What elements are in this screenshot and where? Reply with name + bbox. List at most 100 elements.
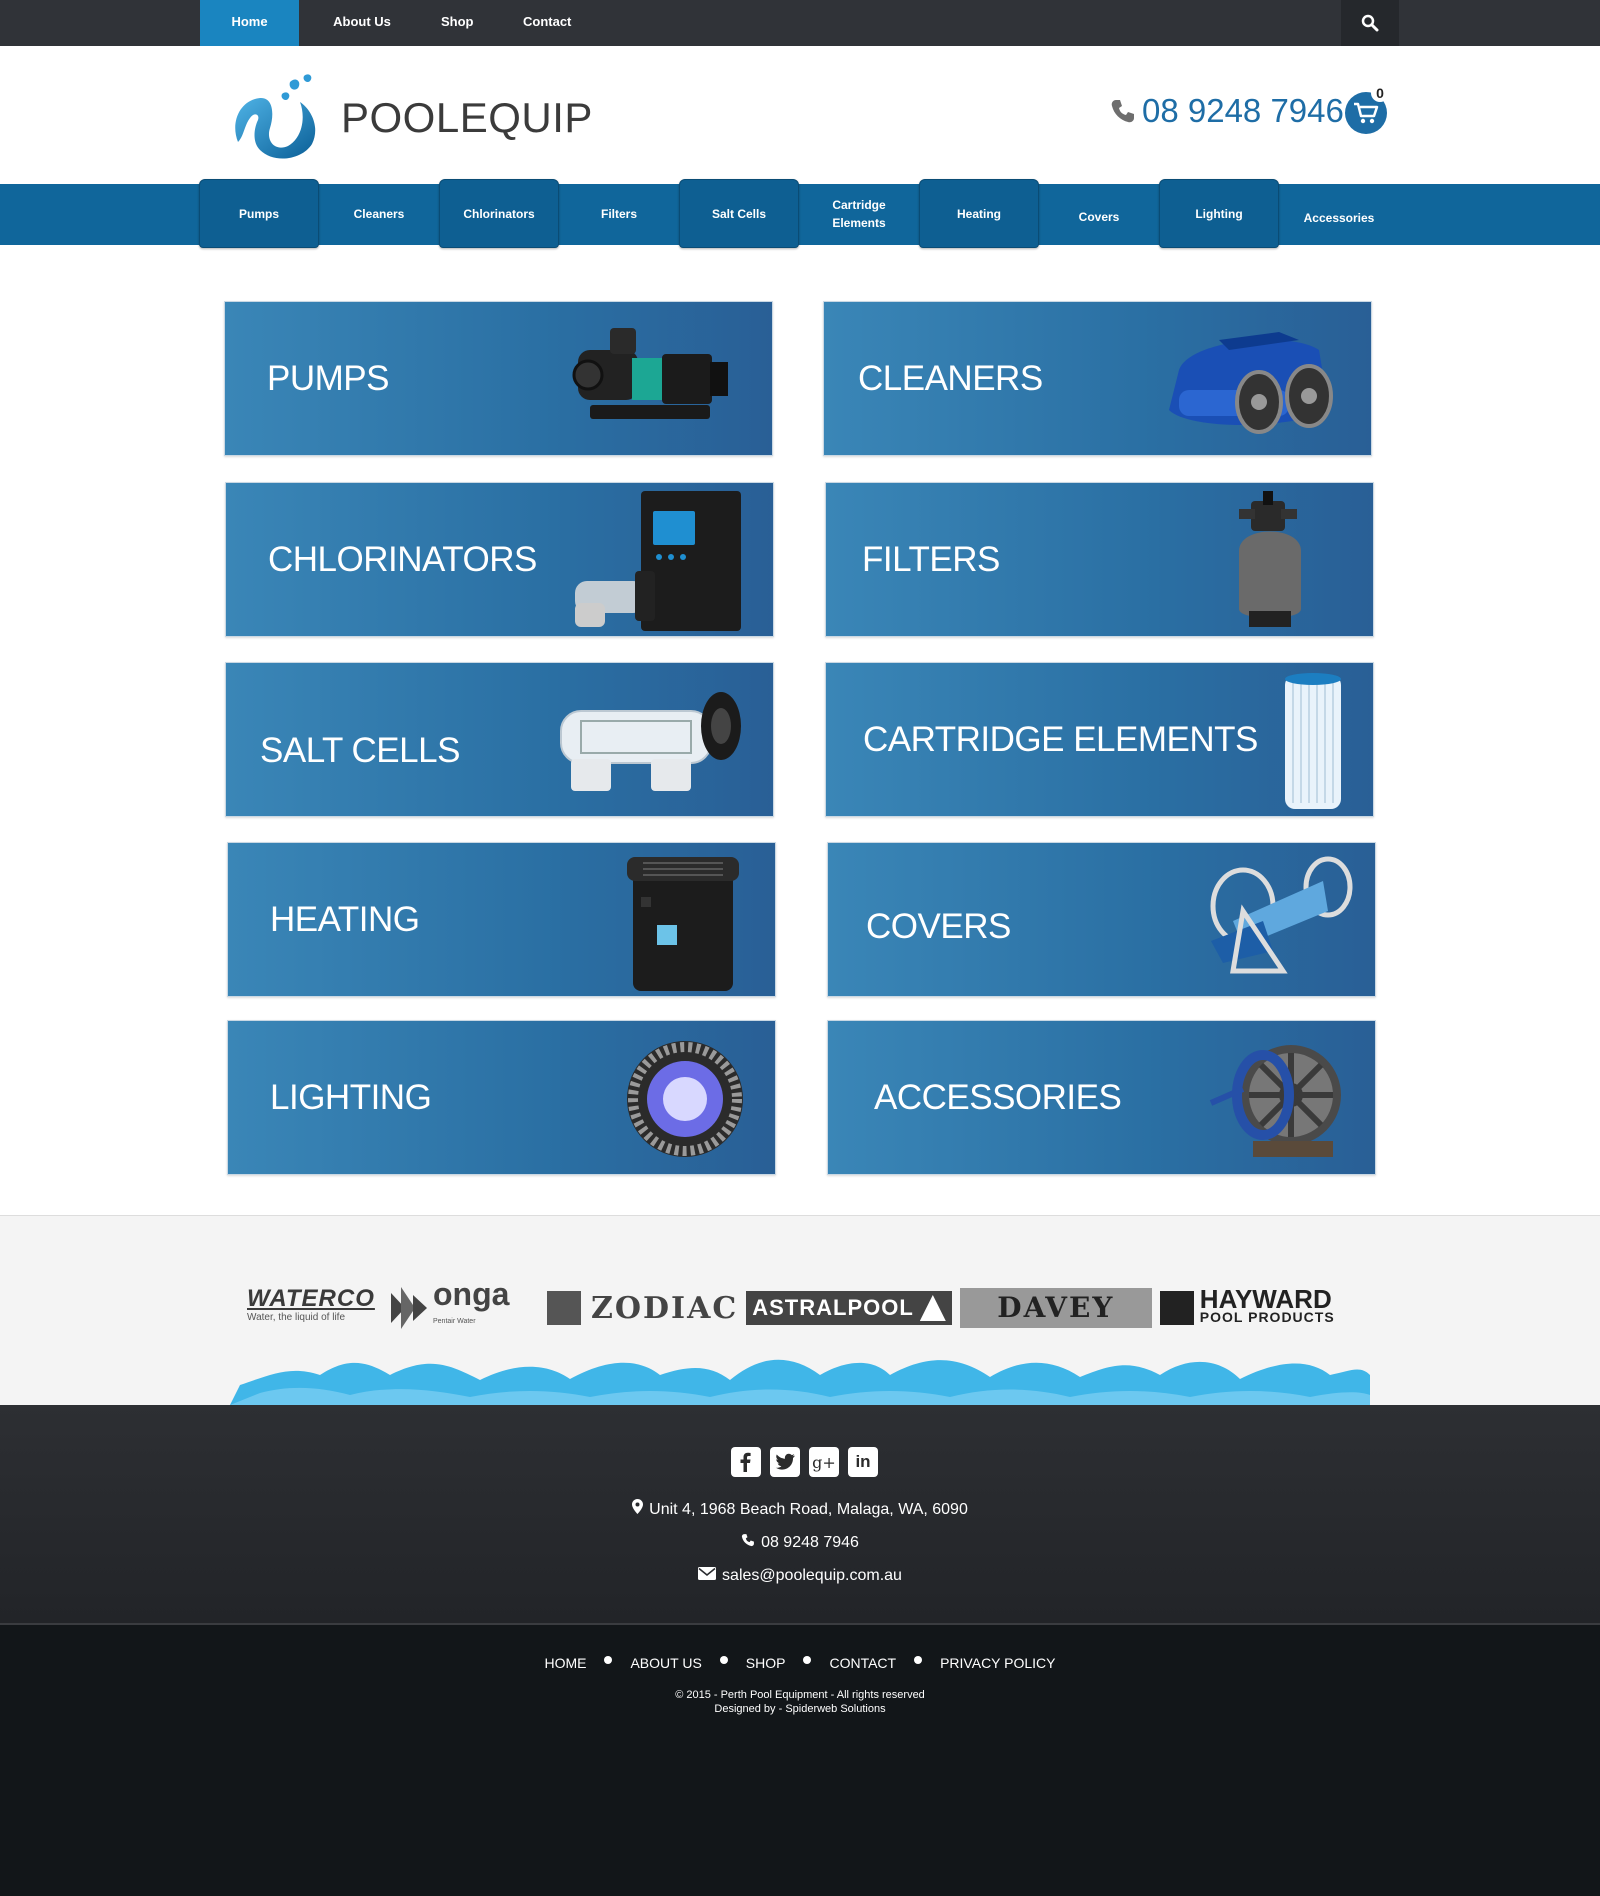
onga-mark-icon xyxy=(391,1287,427,1329)
astralpool-logo[interactable]: ASTRALPOOL xyxy=(746,1291,952,1325)
nav-filters[interactable]: Filters xyxy=(559,179,679,248)
category-label: FILTERS xyxy=(862,539,1000,579)
nav-accessories[interactable]: Accessories xyxy=(1279,179,1399,248)
waterco-tagline: Water, the liquid of life xyxy=(247,1311,346,1323)
category-filters[interactable]: FILTERS xyxy=(825,482,1374,637)
astralpool-name: ASTRALPOOL xyxy=(752,1295,914,1320)
facebook-icon[interactable] xyxy=(731,1447,761,1477)
salt-cell-icon xyxy=(560,692,741,791)
waterco-logo[interactable]: WATERCO Water, the liquid of life xyxy=(247,1286,383,1326)
brand-strip: WATERCO Water, the liquid of life onga P… xyxy=(0,1215,1600,1405)
category-covers[interactable]: COVERS xyxy=(827,842,1376,997)
category-label: LIGHTING xyxy=(270,1077,432,1117)
category-label: CARTRIDGE ELEMENTS xyxy=(863,719,1258,759)
hayward-logo[interactable]: HAYWARD POOL PRODUCTS xyxy=(1159,1286,1335,1326)
zodiac-mark-icon xyxy=(547,1291,581,1325)
envelope-icon xyxy=(698,1567,717,1585)
linkedin-icon[interactable]: in xyxy=(848,1447,878,1477)
footer-email-text: sales@poolequip.com.au xyxy=(722,1567,902,1584)
footer-link-privacy[interactable]: PRIVACY POLICY xyxy=(940,1655,1055,1671)
category-accessories[interactable]: ACCESSORIES xyxy=(827,1020,1376,1175)
twitter-icon[interactable] xyxy=(770,1447,800,1477)
category-heating[interactable]: HEATING xyxy=(227,842,776,997)
category-label: ACCESSORIES xyxy=(874,1077,1122,1117)
logo-icon[interactable] xyxy=(230,72,322,162)
onga-name: onga xyxy=(433,1276,510,1312)
phone-icon xyxy=(741,1533,755,1552)
zodiac-logo[interactable]: ZODIAC xyxy=(547,1291,738,1326)
davey-logo[interactable]: DAVEY xyxy=(959,1288,1152,1328)
map-marker-icon xyxy=(632,1499,644,1519)
nav-cleaners[interactable]: Cleaners xyxy=(319,179,439,248)
header: POOLEQUIP 08 9248 7946 0 xyxy=(0,46,1600,184)
social-links: g+ in xyxy=(731,1447,878,1477)
search-icon xyxy=(1361,14,1379,32)
header-phone-number: 08 9248 7946 xyxy=(1142,92,1344,129)
category-cartridge-elements[interactable]: CARTRIDGE ELEMENTS xyxy=(825,662,1374,817)
footer: g+ in Unit 4, 1968 Beach Road, Malaga, W… xyxy=(0,1405,1600,1625)
nav-lighting[interactable]: Lighting xyxy=(1159,179,1279,248)
header-phone[interactable]: 08 9248 7946 xyxy=(1110,92,1344,130)
chlorinator-icon xyxy=(575,491,741,631)
footer-links: HOME ABOUT US SHOP CONTACT PRIVACY POLIC… xyxy=(0,1655,1600,1671)
category-label: CHLORINATORS xyxy=(268,539,537,579)
hayward-mark-icon xyxy=(1159,1291,1194,1325)
category-grid: PUMPS CLEANERS CHLORINATORS FILTERS SALT… xyxy=(0,245,1600,1215)
filter-icon xyxy=(1239,491,1301,627)
cart-count-badge: 0 xyxy=(1371,84,1389,102)
google-plus-icon[interactable]: g+ xyxy=(809,1447,839,1477)
waves-decoration xyxy=(230,1359,1370,1405)
footer-phone-text: 08 9248 7946 xyxy=(761,1534,859,1551)
topnav-about[interactable]: About Us xyxy=(315,0,409,46)
astralpool-mark-icon xyxy=(919,1295,946,1321)
copyright: © 2015 - Perth Pool Equipment - All righ… xyxy=(0,1688,1600,1716)
cartridge-icon xyxy=(1285,673,1341,809)
hose-reel-icon xyxy=(1209,1045,1341,1157)
search-button[interactable] xyxy=(1341,0,1399,46)
footer-email[interactable]: sales@poolequip.com.au xyxy=(0,1567,1600,1585)
category-label: CLEANERS xyxy=(858,358,1043,398)
category-pumps[interactable]: PUMPS xyxy=(224,301,773,456)
nav-pumps[interactable]: Pumps xyxy=(199,179,319,248)
top-nav: Home About Us Shop Contact xyxy=(200,0,571,46)
footer-address-text: Unit 4, 1968 Beach Road, Malaga, WA, 609… xyxy=(649,1501,968,1518)
hayward-sub: POOL PRODUCTS xyxy=(1199,1309,1335,1325)
footer-address: Unit 4, 1968 Beach Road, Malaga, WA, 609… xyxy=(0,1499,1600,1519)
category-cleaners[interactable]: CLEANERS xyxy=(823,301,1372,456)
separator-dot xyxy=(803,1656,812,1664)
separator-dot xyxy=(719,1656,728,1664)
category-lighting[interactable]: LIGHTING xyxy=(227,1020,776,1175)
category-label: HEATING xyxy=(270,899,420,939)
nav-covers[interactable]: Covers xyxy=(1039,179,1159,248)
category-label: COVERS xyxy=(866,907,1011,946)
separator-dot xyxy=(604,1656,613,1664)
main-nav: Pumps Cleaners Chlorinators Filters Salt… xyxy=(0,179,1600,248)
heat-pump-icon xyxy=(627,857,739,991)
nav-cartridge-label: Cartridge Elements xyxy=(832,197,886,230)
nav-heating[interactable]: Heating xyxy=(919,179,1039,248)
footer-link-contact[interactable]: CONTACT xyxy=(829,1655,896,1671)
category-chlorinators[interactable]: CHLORINATORS xyxy=(225,482,774,637)
brand-name[interactable]: POOLEQUIP xyxy=(341,94,593,142)
nav-chlorinators[interactable]: Chlorinators xyxy=(439,179,559,248)
phone-icon xyxy=(1111,100,1134,123)
footer-link-about[interactable]: ABOUT US xyxy=(630,1655,701,1671)
topnav-contact[interactable]: Contact xyxy=(483,0,571,46)
footer-phone[interactable]: 08 9248 7946 xyxy=(0,1533,1600,1552)
cart-icon xyxy=(1354,102,1379,124)
pool-cover-reel-icon xyxy=(1210,856,1353,974)
footer-link-shop[interactable]: SHOP xyxy=(746,1655,786,1671)
footer-link-home[interactable]: HOME xyxy=(544,1655,586,1671)
nav-salt-cells[interactable]: Salt Cells xyxy=(679,179,799,248)
onga-logo[interactable]: onga Pentair Water xyxy=(433,1276,539,1332)
pool-light-icon xyxy=(627,1041,743,1157)
designer-credit[interactable]: Designed by - Spiderweb Solutions xyxy=(0,1702,1600,1716)
onga-tagline: Pentair Water xyxy=(433,1318,476,1325)
topnav-shop[interactable]: Shop xyxy=(409,0,483,46)
category-salt-cells[interactable]: SALT CELLS xyxy=(225,662,774,817)
robot-cleaner-icon xyxy=(1169,332,1333,434)
separator-dot xyxy=(914,1656,923,1664)
copyright-text: © 2015 - Perth Pool Equipment - All righ… xyxy=(675,1689,925,1701)
nav-cartridge-elements[interactable]: Cartridge Elements xyxy=(799,179,919,248)
topnav-home[interactable]: Home xyxy=(200,0,299,46)
